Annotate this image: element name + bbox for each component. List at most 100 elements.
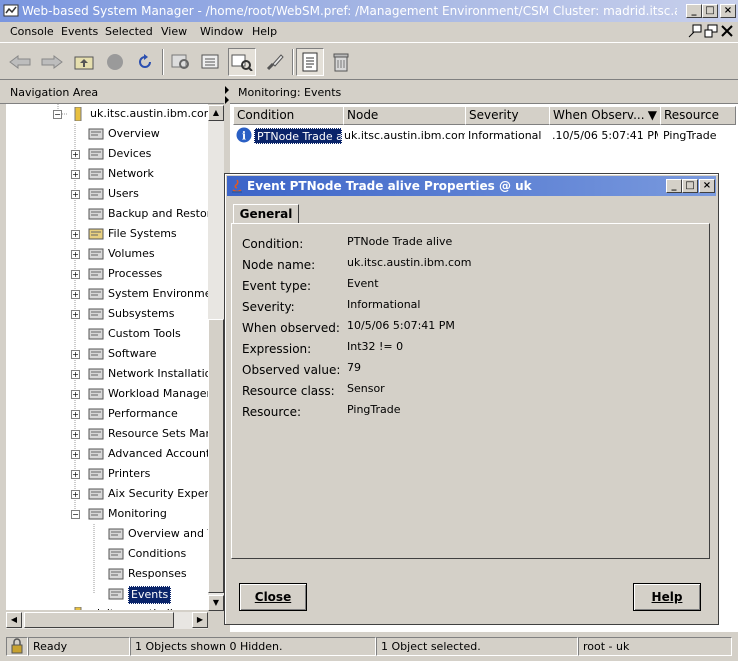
menu-help[interactable]: Help bbox=[252, 25, 277, 38]
tree-item[interactable]: Overview and Ta bbox=[6, 524, 208, 544]
menu-window[interactable]: Window bbox=[200, 25, 243, 38]
nav-scroll-thumb[interactable] bbox=[208, 319, 224, 593]
tree-item[interactable]: + Processes bbox=[6, 264, 208, 284]
column-resource[interactable]: Resource bbox=[660, 106, 736, 125]
tree-item[interactable]: + Performance bbox=[6, 404, 208, 424]
tree-item[interactable]: +uk.itsc.austin.ibm.com bbox=[6, 604, 208, 610]
tree-item[interactable]: + File Systems bbox=[6, 224, 208, 244]
stop-button[interactable] bbox=[101, 48, 129, 76]
volumes-icon bbox=[88, 247, 104, 261]
tree-item[interactable]: + Resource Sets Mana bbox=[6, 424, 208, 444]
expand-icon[interactable]: + bbox=[71, 230, 80, 239]
delete-button[interactable] bbox=[327, 48, 355, 76]
expand-icon[interactable]: + bbox=[71, 430, 80, 439]
nav-horizontal-scrollbar[interactable]: ◀ ▶ bbox=[6, 612, 208, 629]
brush-icon bbox=[266, 54, 284, 71]
tree-item-label: Custom Tools bbox=[108, 327, 181, 340]
find-button[interactable] bbox=[167, 48, 195, 76]
column-node[interactable]: Node bbox=[343, 106, 466, 125]
tree-item[interactable]: + Devices bbox=[6, 144, 208, 164]
expand-icon[interactable]: + bbox=[71, 490, 80, 499]
tree-item[interactable]: Overview bbox=[6, 124, 208, 144]
status-bar: Ready 1 Objects shown 0 Hidden. 1 Object… bbox=[0, 636, 738, 658]
expand-icon[interactable]: + bbox=[71, 390, 80, 399]
tree-item[interactable]: + Printers bbox=[6, 464, 208, 484]
expand-icon[interactable]: + bbox=[71, 350, 80, 359]
tab-general[interactable]: General bbox=[233, 204, 299, 224]
tile-icon[interactable] bbox=[688, 24, 702, 38]
tree-item[interactable]: + Aix Security Expert bbox=[6, 484, 208, 504]
tree-item[interactable]: Conditions bbox=[6, 544, 208, 564]
expand-icon[interactable]: + bbox=[71, 410, 80, 419]
expand-icon[interactable]: + bbox=[71, 290, 80, 299]
maximize-button[interactable]: □ bbox=[702, 4, 718, 18]
help-button[interactable]: Help bbox=[633, 583, 701, 611]
expand-icon[interactable]: + bbox=[71, 310, 80, 319]
scroll-up-button[interactable]: ▲ bbox=[208, 105, 224, 121]
scroll-down-button[interactable]: ▼ bbox=[208, 595, 224, 611]
tree-item[interactable]: + Users bbox=[6, 184, 208, 204]
highlight-button[interactable] bbox=[261, 48, 289, 76]
expand-icon[interactable]: + bbox=[71, 170, 80, 179]
dialog-maximize-button[interactable]: □ bbox=[682, 179, 698, 193]
property-label: Event type: bbox=[242, 279, 312, 293]
tree-item[interactable]: Custom Tools bbox=[6, 324, 208, 344]
responses-icon bbox=[108, 567, 124, 581]
collapse-icon[interactable]: − bbox=[71, 510, 80, 519]
close-window-button[interactable]: × bbox=[720, 4, 736, 18]
expand-icon[interactable]: + bbox=[71, 190, 80, 199]
up-level-button[interactable] bbox=[70, 48, 98, 76]
main-titlebar[interactable]: Web-based System Manager - /home/root/We… bbox=[0, 0, 738, 22]
menu-selected[interactable]: Selected bbox=[105, 25, 153, 38]
menu-events[interactable]: Events bbox=[61, 25, 98, 38]
column-severity[interactable]: Severity bbox=[465, 106, 550, 125]
close-button[interactable]: Close bbox=[239, 583, 307, 611]
tree-item[interactable]: Backup and Restore bbox=[6, 204, 208, 224]
tree-item[interactable]: + Network bbox=[6, 164, 208, 184]
menu-view[interactable]: View bbox=[161, 25, 187, 38]
tree-item-label: Subsystems bbox=[108, 307, 175, 320]
expand-icon[interactable]: + bbox=[71, 470, 80, 479]
expand-icon[interactable]: + bbox=[71, 250, 80, 259]
subsystems-icon bbox=[88, 307, 104, 321]
forward-button[interactable] bbox=[38, 48, 66, 76]
property-value: PingTrade bbox=[347, 403, 401, 416]
tree-item[interactable]: + System Environment bbox=[6, 284, 208, 304]
collapse-icon[interactable]: − bbox=[53, 110, 62, 119]
search-button[interactable] bbox=[228, 48, 256, 76]
minimize-button[interactable]: _ bbox=[686, 4, 702, 18]
refresh-button[interactable] bbox=[131, 48, 159, 76]
tree-item[interactable]: − Monitoring bbox=[6, 504, 208, 524]
tree-item[interactable]: + Volumes bbox=[6, 244, 208, 264]
expand-icon[interactable]: + bbox=[71, 270, 80, 279]
dialog-close-button[interactable]: × bbox=[699, 179, 715, 193]
scroll-right-button[interactable]: ▶ bbox=[192, 612, 208, 628]
scroll-left-button[interactable]: ◀ bbox=[6, 612, 22, 628]
tree-item[interactable]: + Workload Manager bbox=[6, 384, 208, 404]
menu-console[interactable]: Console bbox=[10, 25, 54, 38]
list-button[interactable] bbox=[197, 48, 225, 76]
tree-item[interactable]: − uk.itsc.austin.ibm.com bbox=[6, 104, 208, 124]
cascade-icon[interactable] bbox=[704, 24, 718, 38]
expand-icon[interactable]: + bbox=[71, 150, 80, 159]
tree-item-label: Devices bbox=[108, 147, 152, 160]
dialog-titlebar[interactable]: Event PTNode Trade alive Properties @ uk… bbox=[227, 176, 716, 196]
expand-icon[interactable]: + bbox=[71, 450, 80, 459]
nav-vertical-scrollbar[interactable]: ▲ ▼ bbox=[208, 105, 224, 611]
tree-item[interactable]: + Advanced Accountin bbox=[6, 444, 208, 464]
back-button[interactable] bbox=[6, 48, 34, 76]
nav-hscroll-thumb[interactable] bbox=[24, 612, 174, 628]
dialog-minimize-button[interactable]: _ bbox=[666, 179, 682, 193]
cell-condition[interactable]: PTNode Trade al... bbox=[254, 128, 342, 144]
tree-item[interactable]: Events bbox=[6, 584, 208, 604]
properties-button[interactable] bbox=[296, 48, 324, 76]
column-condition[interactable]: Condition bbox=[233, 106, 344, 125]
tree-item[interactable]: + Network Installation M bbox=[6, 364, 208, 384]
tree-item[interactable]: Responses bbox=[6, 564, 208, 584]
tree-item[interactable]: + Software bbox=[6, 344, 208, 364]
expand-icon[interactable]: + bbox=[71, 370, 80, 379]
tree-item[interactable]: + Subsystems bbox=[6, 304, 208, 324]
column-when-observed[interactable]: When Observ... ▼ bbox=[549, 106, 661, 125]
tree-item-label: uk.itsc.austin.ibm.com bbox=[90, 604, 208, 610]
close-panel-icon[interactable] bbox=[720, 24, 734, 38]
